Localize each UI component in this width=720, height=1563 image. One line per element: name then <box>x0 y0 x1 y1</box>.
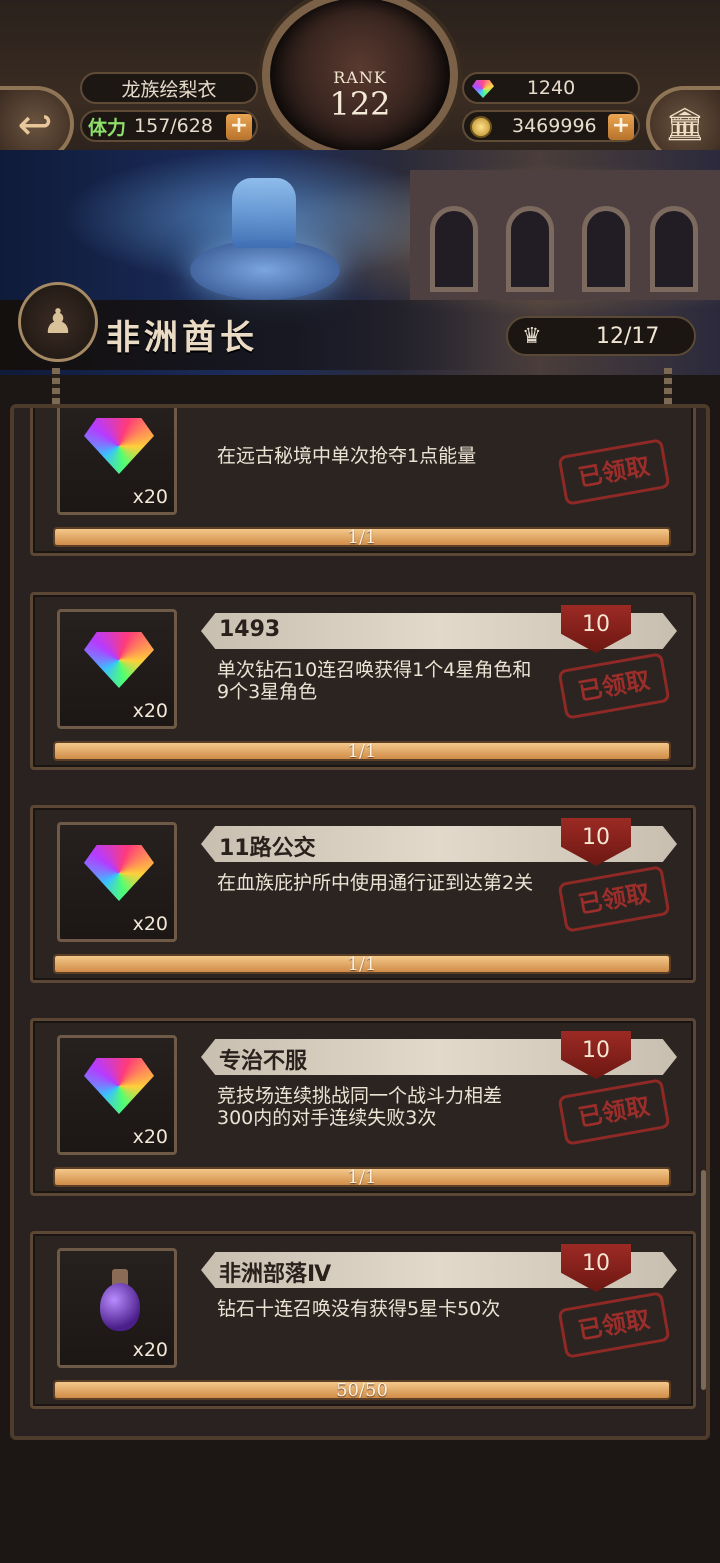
task-name: 11路公交 <box>219 836 316 861</box>
reward-quantity: x20 <box>132 1126 168 1148</box>
reward-slot[interactable]: x20 <box>57 609 177 729</box>
arch <box>506 206 554 292</box>
task-name: 专治不服 <box>219 1049 308 1074</box>
top-bar: RANK 122 ↩ 🏛 龙族绘梨衣 体力 157/628 + 1240 346… <box>0 0 720 170</box>
chain-decoration <box>52 368 60 408</box>
gem-icon <box>472 80 494 98</box>
progress-text: 1/1 <box>347 527 377 548</box>
task-progress-bar: 1/1 <box>53 741 671 762</box>
arch <box>650 206 698 292</box>
task-description: 在血族庇护所中使用通行证到达第2关 <box>217 872 534 894</box>
rainbow-gem-icon <box>84 632 154 688</box>
progress-text: 1/1 <box>347 954 377 975</box>
rainbow-gem-icon <box>84 845 154 901</box>
gold-count: 3469996 <box>512 115 597 137</box>
claimed-stamp: 已领取 <box>557 1291 671 1359</box>
reward-quantity: x20 <box>132 913 168 935</box>
reward-slot[interactable]: x20 <box>57 822 177 942</box>
task-name: 1493 <box>219 617 281 642</box>
arch <box>582 206 630 292</box>
mansion-illustration <box>410 170 720 300</box>
rainbow-gem-icon <box>84 418 154 474</box>
gold-pill: 3469996 + <box>462 110 640 142</box>
back-arrow-icon: ↩ <box>17 99 53 149</box>
task-progress-bar: 50/50 <box>53 1380 671 1401</box>
stamina-pill: 体力 157/628 + <box>80 110 258 142</box>
add-stamina-button[interactable]: + <box>226 114 252 140</box>
task-card: x20 在远古秘境中单次抢夺1点能量 已领取 1/1 <box>30 408 696 556</box>
arch <box>430 206 478 292</box>
crown-count: 12/17 <box>596 323 660 349</box>
crown-icon: ♛ <box>522 323 542 349</box>
fountain-spray <box>232 178 296 248</box>
rank-display: RANK 122 <box>300 68 420 130</box>
task-card: x20 非洲部落Ⅳ 10 钻石十连召唤没有获得5星卡50次 已领取 50/50 <box>30 1231 696 1409</box>
stamina-label: 体力 <box>88 116 127 139</box>
task-progress-bar: 1/1 <box>53 954 671 975</box>
task-description: 在远古秘境中单次抢夺1点能量 <box>217 445 477 467</box>
task-list[interactable]: x20 在远古秘境中单次抢夺1点能量 已领取 1/1 x20 1493 10 单… <box>10 404 710 1440</box>
reward-slot[interactable]: x20 <box>57 1248 177 1368</box>
task-description: 竞技场连续挑战同一个战斗力相差300内的对手连续失败3次 <box>217 1085 503 1129</box>
progress-text: 1/1 <box>347 741 377 762</box>
reward-slot[interactable]: x20 <box>57 1035 177 1155</box>
laurel-badge-icon: ♟ <box>18 282 98 362</box>
claimed-stamp: 已领取 <box>557 652 671 720</box>
add-gold-button[interactable]: + <box>608 114 634 140</box>
player-name-pill: 龙族绘梨衣 <box>80 72 258 104</box>
claimed-stamp: 已领取 <box>557 865 671 933</box>
claimed-stamp: 已领取 <box>557 438 671 506</box>
task-progress-bar: 1/1 <box>53 1167 671 1188</box>
crown-progress-pill: ♛ 12/17 <box>506 316 696 356</box>
temple-icon: 🏛 <box>664 105 706 143</box>
reward-quantity: x20 <box>132 486 168 508</box>
gem-pill: 1240 <box>462 72 640 104</box>
gold-coin-icon <box>470 116 492 138</box>
achievement-banner: ♟ 非洲酋长 ♛ 12/17 <box>0 150 720 375</box>
gem-count: 1240 <box>526 77 576 99</box>
task-description: 钻石十连召唤没有获得5星卡50次 <box>217 1298 501 1320</box>
rank-value: 122 <box>329 85 391 123</box>
reward-slot[interactable]: x20 <box>57 408 177 515</box>
task-card: x20 专治不服 10 竞技场连续挑战同一个战斗力相差300内的对手连续失败3次… <box>30 1018 696 1196</box>
stamina-value: 157/628 <box>134 115 213 137</box>
achievement-title: 非洲酋长 <box>106 318 258 358</box>
task-progress-bar: 1/1 <box>53 527 671 548</box>
progress-text: 50/50 <box>336 1380 388 1401</box>
task-description: 单次钻石10连召唤获得1个4星角色和9个3星角色 <box>217 659 532 703</box>
rainbow-gem-icon <box>84 1058 154 1114</box>
purple-potion-icon <box>100 1269 140 1331</box>
chain-decoration <box>664 368 672 408</box>
bottom-background <box>0 1440 720 1563</box>
claimed-stamp: 已领取 <box>557 1078 671 1146</box>
player-name: 龙族绘梨衣 <box>121 78 217 101</box>
reward-quantity: x20 <box>132 1339 168 1361</box>
list-scrollbar[interactable] <box>701 1170 706 1390</box>
task-name: 非洲部落Ⅳ <box>219 1262 332 1287</box>
task-card: x20 11路公交 10 在血族庇护所中使用通行证到达第2关 已领取 1/1 <box>30 805 696 983</box>
task-card: x20 1493 10 单次钻石10连召唤获得1个4星角色和9个3星角色 已领取… <box>30 592 696 770</box>
progress-text: 1/1 <box>347 1167 377 1188</box>
reward-quantity: x20 <box>132 700 168 722</box>
fountain-illustration <box>190 240 340 300</box>
